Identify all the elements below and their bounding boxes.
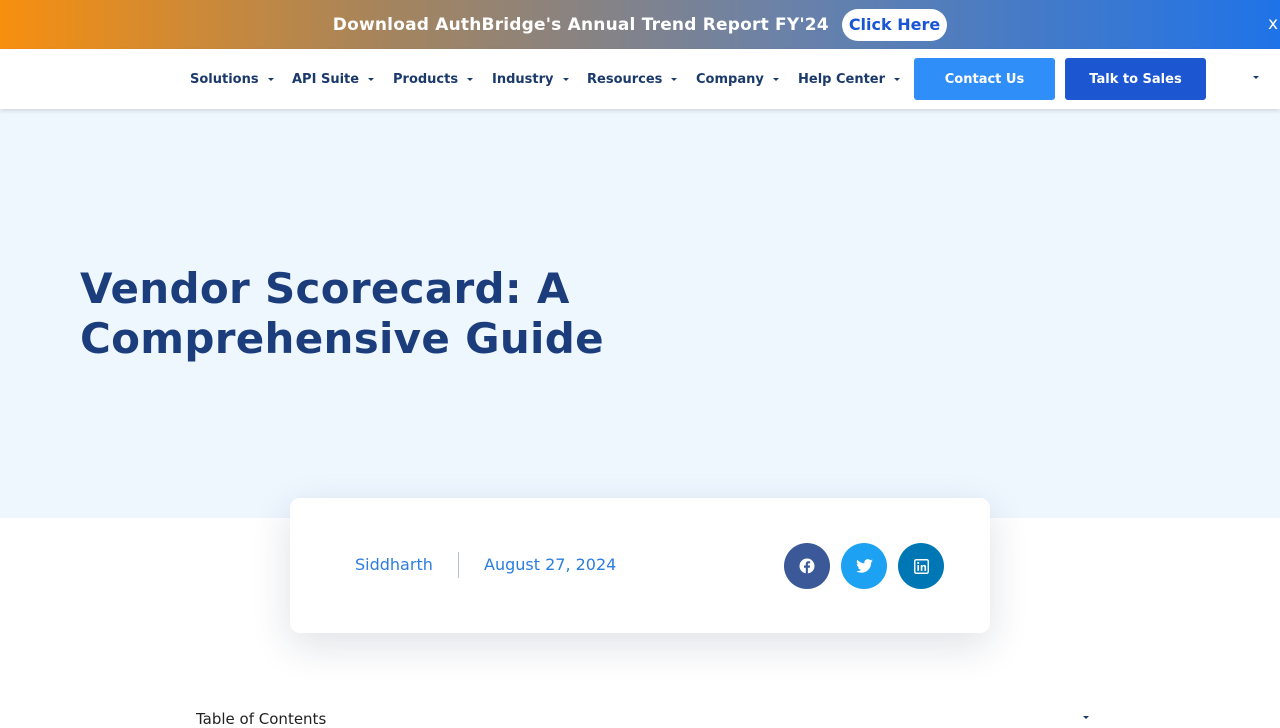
share-linkedin-button[interactable] bbox=[898, 543, 944, 589]
nav-item-solutions[interactable]: Solutions bbox=[190, 71, 274, 87]
twitter-icon bbox=[855, 559, 873, 573]
nav-item-label: Resources bbox=[587, 71, 663, 87]
nav-item-api-suite[interactable]: API Suite bbox=[292, 71, 375, 87]
promo-cta-button[interactable]: Click Here bbox=[841, 8, 948, 41]
nav-item-label: Products bbox=[393, 71, 459, 87]
nav-item-label: Solutions bbox=[190, 71, 259, 87]
chevron-down-icon bbox=[562, 77, 569, 81]
author-link[interactable]: Siddharth bbox=[355, 555, 433, 574]
nav-item-resources[interactable]: Resources bbox=[587, 71, 678, 87]
talk-to-sales-button[interactable]: Talk to Sales bbox=[1065, 58, 1206, 100]
main-navbar: Solutions API Suite Products Industry Re… bbox=[0, 49, 1280, 109]
promo-banner: Download AuthBridge's Annual Trend Repor… bbox=[0, 0, 1280, 49]
chevron-down-icon bbox=[267, 77, 274, 81]
hero-section: Vendor Scorecard: A Comprehensive Guide bbox=[0, 109, 1280, 518]
post-date[interactable]: August 27, 2024 bbox=[484, 555, 616, 574]
nav-item-products[interactable]: Products bbox=[393, 71, 474, 87]
meta-divider bbox=[458, 552, 459, 578]
share-facebook-button[interactable] bbox=[784, 543, 830, 589]
language-dropdown-icon[interactable] bbox=[1253, 76, 1259, 79]
nav-item-label: API Suite bbox=[292, 71, 360, 87]
chevron-down-icon bbox=[894, 77, 901, 81]
article-meta-card: Siddharth August 27, 2024 bbox=[290, 498, 990, 633]
table-of-contents-label: Table of Contents bbox=[196, 710, 327, 728]
nav-item-industry[interactable]: Industry bbox=[492, 71, 569, 87]
contact-us-button[interactable]: Contact Us bbox=[914, 58, 1055, 100]
page-title: Vendor Scorecard: A Comprehensive Guide bbox=[80, 264, 604, 363]
nav-item-help-center[interactable]: Help Center bbox=[798, 71, 901, 87]
nav-item-label: Help Center bbox=[798, 71, 886, 87]
nav-item-label: Industry bbox=[492, 71, 554, 87]
nav-item-company[interactable]: Company bbox=[696, 71, 779, 87]
chevron-down-icon bbox=[368, 77, 375, 81]
promo-text: Download AuthBridge's Annual Trend Repor… bbox=[332, 14, 829, 35]
linkedin-icon bbox=[913, 558, 929, 574]
toc-toggle-icon[interactable] bbox=[1083, 716, 1089, 719]
chevron-down-icon bbox=[671, 77, 678, 81]
share-twitter-button[interactable] bbox=[841, 543, 887, 589]
facebook-icon bbox=[799, 558, 815, 574]
chevron-down-icon bbox=[772, 77, 779, 81]
close-icon[interactable]: x bbox=[1268, 14, 1280, 34]
chevron-down-icon bbox=[467, 77, 474, 81]
nav-item-label: Company bbox=[696, 71, 764, 87]
